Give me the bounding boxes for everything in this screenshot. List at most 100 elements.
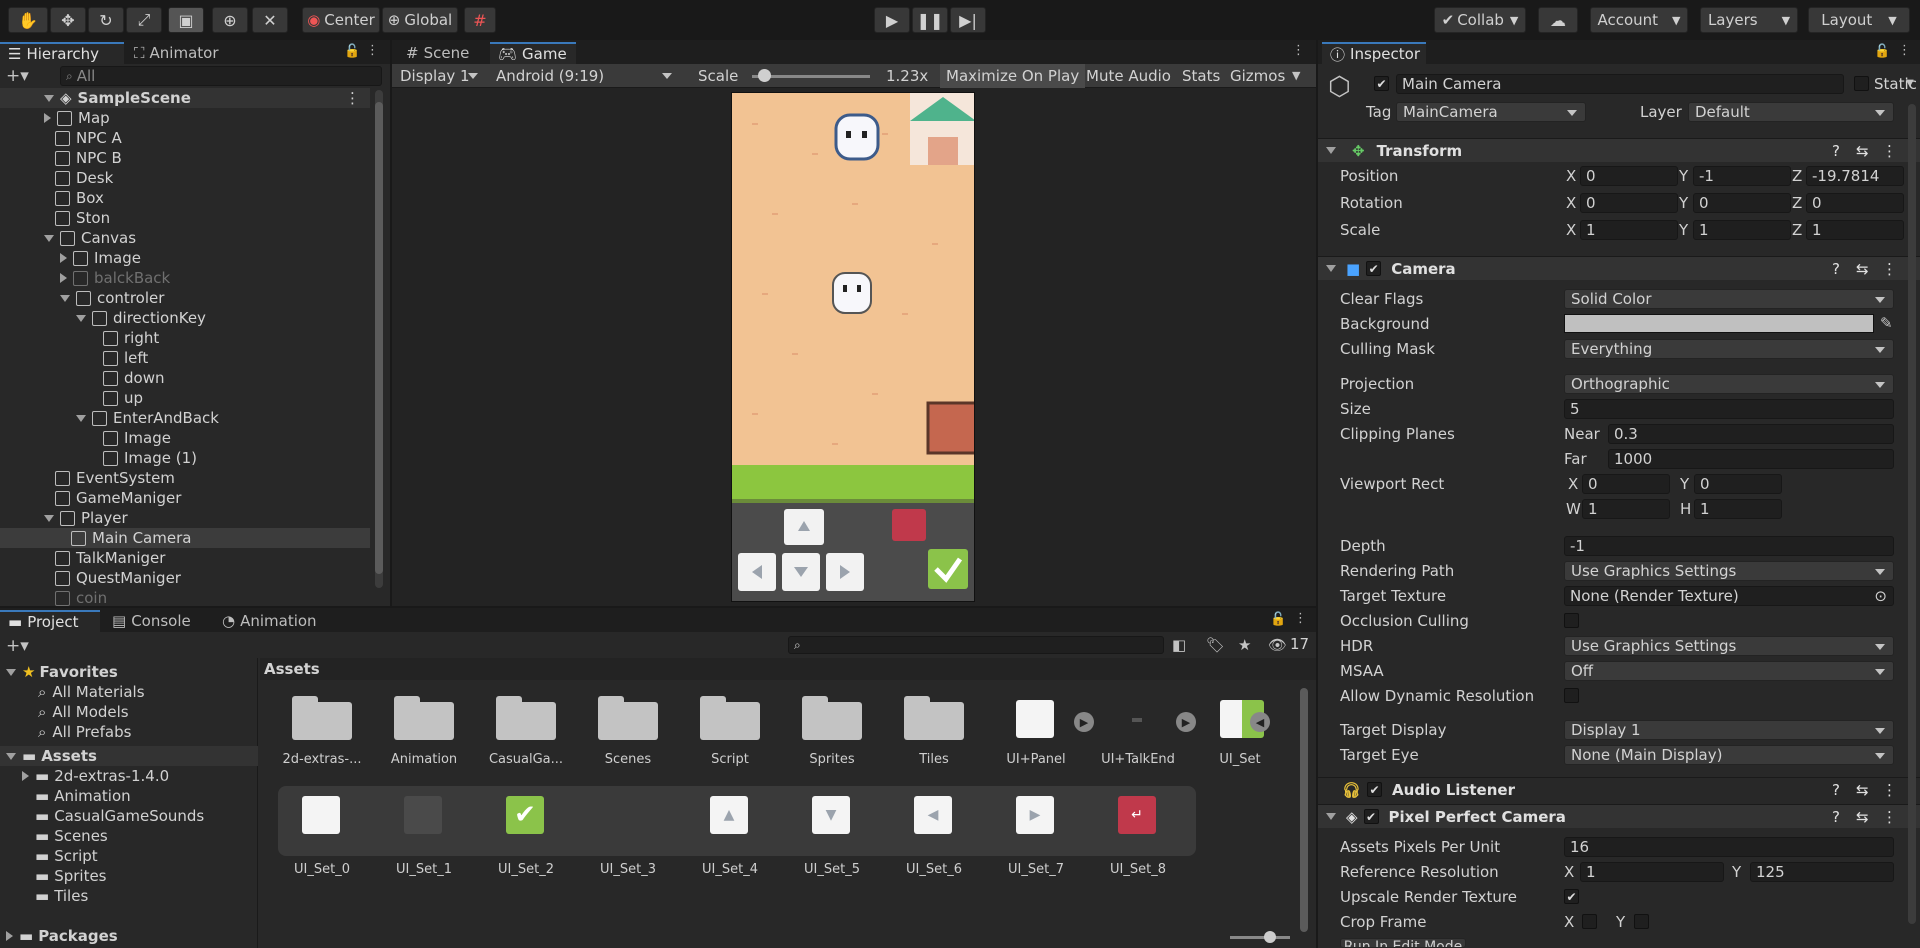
hierarchy-item[interactable]: controler xyxy=(0,288,370,308)
ppc-enabled-checkbox[interactable]: ✔ xyxy=(1363,809,1379,824)
pivot-toggle[interactable]: ◉ Center xyxy=(302,7,380,33)
active-checkbox[interactable]: ✔ xyxy=(1374,76,1389,91)
expand-arrow-icon[interactable] xyxy=(76,314,86,322)
hierarchy-item[interactable]: balckBack xyxy=(0,268,370,288)
cloud-button[interactable]: ☁ xyxy=(1538,7,1578,33)
scale-y-input[interactable]: 1 xyxy=(1693,220,1791,240)
pause-button[interactable]: ❚❚ xyxy=(912,7,948,33)
target-eye-dropdown[interactable]: None (Main Display) xyxy=(1564,745,1894,765)
ref-res-x-input[interactable]: 1 xyxy=(1580,862,1724,882)
expand-arrow-icon[interactable] xyxy=(44,514,54,522)
asset-folder-item[interactable]: ▬ Tiles xyxy=(22,886,88,906)
collapse-sprites-icon[interactable]: ◀ xyxy=(1250,712,1270,732)
occlusion-culling-checkbox[interactable] xyxy=(1564,613,1579,628)
hierarchy-item[interactable]: up xyxy=(0,388,370,408)
hierarchy-item[interactable]: GameManiger xyxy=(0,488,370,508)
hdr-dropdown[interactable]: Use Graphics Settings xyxy=(1564,636,1894,656)
hierarchy-item[interactable]: Ston xyxy=(0,208,370,228)
tag-dropdown[interactable]: MainCamera xyxy=(1396,102,1586,122)
move-tool-button[interactable]: ✥ xyxy=(50,7,86,33)
preset-icon[interactable]: ⇆ xyxy=(1856,260,1869,278)
asset-folder-item[interactable]: ▬ Script xyxy=(22,846,98,866)
ppu-input[interactable]: 16 xyxy=(1564,837,1894,857)
ref-res-y-input[interactable]: 125 xyxy=(1750,862,1894,882)
tab-scene[interactable]: # Scene xyxy=(398,42,486,64)
folder-icon[interactable] xyxy=(598,694,658,740)
play-button[interactable]: ▶ xyxy=(874,7,910,33)
kebab-menu-icon[interactable]: ⋮ xyxy=(1882,781,1897,799)
sprite-asset-icon[interactable] xyxy=(404,796,442,834)
camera-header[interactable]: ■ ✔ Camera ? ⇆ ⋮ xyxy=(1318,256,1920,280)
lock-icon[interactable]: 🔓 xyxy=(1874,44,1890,59)
object-name-input[interactable]: Main Camera xyxy=(1396,74,1844,94)
help-icon[interactable]: ? xyxy=(1832,808,1840,826)
folder-icon[interactable] xyxy=(904,694,964,740)
inspector-scrollbar[interactable] xyxy=(1908,104,1916,924)
tab-animator[interactable]: ⛶ Animator xyxy=(126,42,236,64)
game-viewport[interactable] xyxy=(731,92,975,602)
tab-hierarchy[interactable]: ☰ Hierarchy xyxy=(0,42,124,64)
preset-icon[interactable]: ⇆ xyxy=(1856,781,1869,799)
hierarchy-item[interactable]: right xyxy=(0,328,370,348)
expand-arrow-icon[interactable] xyxy=(1326,813,1336,820)
tab-console[interactable]: ▤ Console xyxy=(104,610,204,632)
favorites-row[interactable]: ★ Favorites xyxy=(6,662,118,682)
viewport-x-input[interactable]: 0 xyxy=(1582,474,1670,494)
help-icon[interactable]: ? xyxy=(1832,260,1840,278)
transform-tool-button[interactable]: ⊕ xyxy=(212,7,248,33)
hierarchy-item[interactable]: NPC B xyxy=(0,148,370,168)
expand-arrow-icon[interactable] xyxy=(76,414,86,422)
star-icon[interactable]: ★ xyxy=(1238,636,1251,654)
target-display-dropdown[interactable]: Display 1 xyxy=(1564,720,1894,740)
hierarchy-item[interactable]: EventSystem xyxy=(0,468,370,488)
display-dropdown[interactable]: Display 1 xyxy=(394,66,486,86)
audio-listener-header[interactable]: 🎧︎ ✔ Audio Listener ? ⇆ ⋮ xyxy=(1318,777,1920,801)
hierarchy-item[interactable]: down xyxy=(0,368,370,388)
static-checkbox[interactable] xyxy=(1854,76,1869,91)
expand-arrow-icon[interactable] xyxy=(60,273,67,283)
asset-folder-item[interactable]: ▬ Scenes xyxy=(22,826,108,846)
scene-row[interactable]: ◈ SampleScene ⋮ xyxy=(0,88,370,108)
tab-inspector[interactable]: ⓘ Inspector xyxy=(1322,42,1426,64)
collab-button[interactable]: ✔ Collab ▼ xyxy=(1434,7,1526,33)
crop-x-checkbox[interactable] xyxy=(1582,914,1597,929)
hierarchy-item[interactable]: Canvas xyxy=(0,228,370,248)
hand-tool-button[interactable]: ✋ xyxy=(8,7,48,33)
fav-item[interactable]: ⌕ All Prefabs xyxy=(38,722,131,742)
rotate-tool-button[interactable]: ↻ xyxy=(88,7,124,33)
layer-dropdown[interactable]: Default xyxy=(1688,102,1894,122)
maximize-on-play-toggle[interactable]: Maximize On Play xyxy=(940,64,1086,88)
rotation-x-input[interactable]: 0 xyxy=(1580,193,1678,213)
assets-row[interactable]: ▬ Assets xyxy=(0,746,258,766)
depth-input[interactable]: -1 xyxy=(1564,536,1894,556)
kebab-menu-icon[interactable]: ⋮ xyxy=(1882,808,1897,826)
aspect-dropdown[interactable]: Android (9:19) xyxy=(490,66,680,86)
stats-toggle[interactable]: Stats xyxy=(1182,66,1220,86)
transform-header[interactable]: ✥ Transform ? ⇆ ⋮ xyxy=(1318,138,1920,162)
culling-mask-dropdown[interactable]: Everything xyxy=(1564,339,1894,359)
far-input[interactable]: 1000 xyxy=(1608,449,1894,469)
help-icon[interactable]: ? xyxy=(1832,781,1840,799)
viewport-h-input[interactable]: 1 xyxy=(1694,499,1782,519)
grid-snap-button[interactable]: # xyxy=(464,7,496,33)
viewport-y-input[interactable]: 0 xyxy=(1694,474,1782,494)
expand-arrow-icon[interactable] xyxy=(60,253,67,263)
create-button[interactable]: +▾ xyxy=(6,66,38,86)
asset-folder-item[interactable]: ▬ 2d-extras-1.4.0 xyxy=(22,766,169,786)
hierarchy-scrollbar[interactable] xyxy=(375,90,383,588)
kebab-menu-icon[interactable]: ⋮ xyxy=(1292,43,1305,58)
size-input[interactable]: 5 xyxy=(1564,399,1894,419)
mute-audio-toggle[interactable]: Mute Audio xyxy=(1086,66,1171,86)
kebab-menu-icon[interactable]: ⋮ xyxy=(1882,260,1897,278)
expand-arrow-icon[interactable] xyxy=(44,234,54,242)
preset-icon[interactable]: ⇆ xyxy=(1856,808,1869,826)
expand-arrow-icon[interactable] xyxy=(1326,265,1336,272)
icon-size-slider[interactable] xyxy=(1230,936,1290,939)
expand-sprites-icon[interactable]: ▶ xyxy=(1176,712,1196,732)
preset-icon[interactable]: ⇆ xyxy=(1856,142,1869,160)
tab-project[interactable]: ▬ Project xyxy=(0,610,100,632)
tab-game[interactable]: 🎮︎ Game xyxy=(490,42,576,64)
scale-tool-button[interactable]: ⤢ xyxy=(126,7,162,33)
folder-icon[interactable] xyxy=(700,694,760,740)
help-icon[interactable]: ? xyxy=(1832,142,1840,160)
